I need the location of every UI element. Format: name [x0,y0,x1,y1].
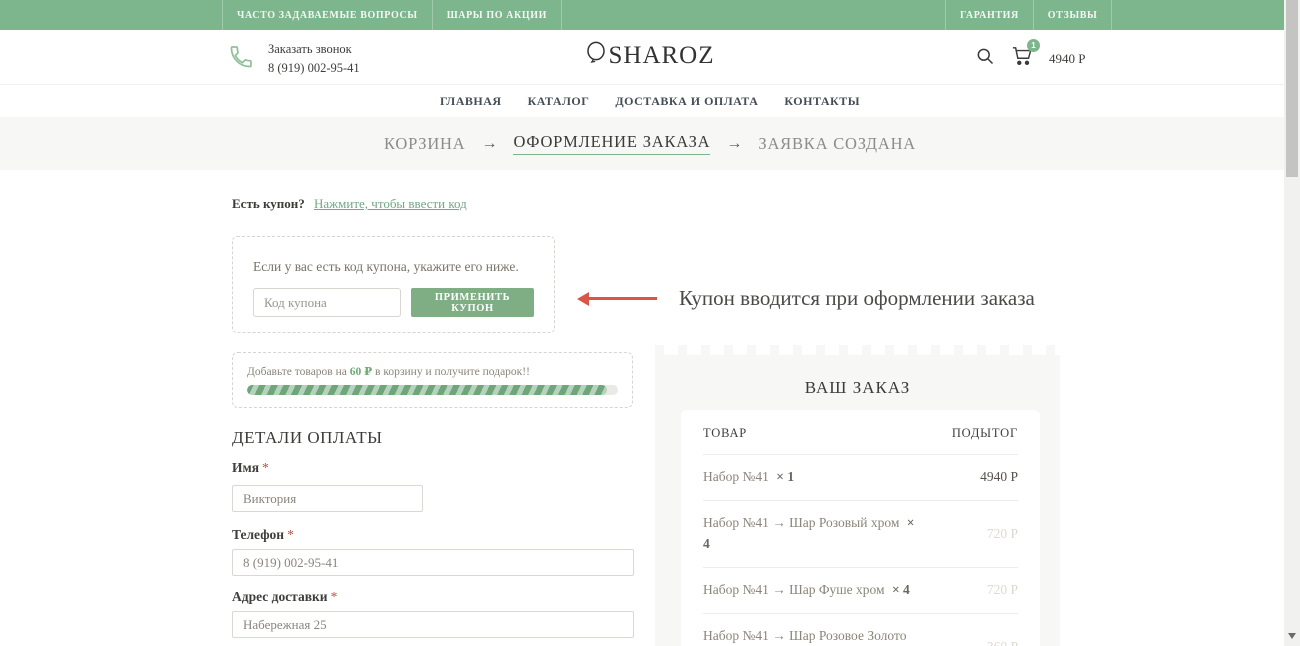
order-row: Набор №41 → Шар Розовое Золото хром × 2 … [703,613,1018,646]
scrollbar-thumb[interactable] [1286,0,1298,177]
apply-coupon-button[interactable]: ПРИМЕНИТЬ КУПОН [411,288,534,317]
topbar-left-links: ЧАСТО ЗАДАВАЕМЫЕ ВОПРОСЫ ШАРЫ ПО АКЦИИ [222,0,562,30]
address-field-label: Адрес доставки* [232,589,337,605]
order-row: Набор №41 × 1 4940 Р [703,454,1018,500]
step-arrow-icon: → [481,135,497,153]
order-item-price: 720 Р [987,526,1018,542]
name-field-label: Имя* [232,460,269,476]
order-item-price: 360 Р [987,639,1018,646]
checkout-steps: КОРЗИНА → ОФОРМЛЕНИЕ ЗАКАЗА → ЗАЯВКА СОЗ… [0,117,1300,170]
main-nav: ГЛАВНАЯ КАТАЛОГ ДОСТАВКА И ОПЛАТА КОНТАК… [0,86,1300,117]
coupon-form: Если у вас есть код купона, укажите его … [232,236,555,333]
progress-fill [247,385,607,395]
nav-item-catalog[interactable]: КАТАЛОГ [528,94,590,109]
item-label: Набор №41 → Шар Розовое Золото хром [703,628,906,646]
gift-progress-text: Добавьте товаров на 60 ₽ в корзину и пол… [247,364,618,378]
billing-title: ДЕТАЛИ ОПЛАТЫ [232,428,382,448]
header-actions: 1 4940 Р [975,46,1085,71]
coupon-code-input[interactable] [253,288,401,317]
step-cart[interactable]: КОРЗИНА [384,134,466,154]
item-label: Набор №41 → Шар Фуше хром [703,582,885,597]
header: Заказать звонок 8 (919) 002-95-41 SHAROZ [0,30,1300,85]
site-logo[interactable]: SHAROZ [0,41,1300,70]
vertical-scrollbar[interactable] [1284,0,1300,646]
order-row: Набор №41 → Шар Розовый хром × 4 720 Р [703,500,1018,567]
order-summary-title: ВАШ ЗАКАЗ [655,378,1060,398]
address-field[interactable] [232,611,634,638]
gift-progress-track [247,385,618,395]
phone-field[interactable] [232,549,634,576]
order-table-header: ТОВАР ПОДЫТОГ [703,410,1018,454]
item-label: Набор №41 [703,469,769,484]
order-item-name: Набор №41 × 1 [703,467,918,488]
nav-item-home[interactable]: ГЛАВНАЯ [440,94,502,109]
gift-text-after: в корзину и получите подарок!! [375,366,530,378]
gift-amount: 60 ₽ [350,366,372,378]
balloon-icon [585,41,608,70]
topbar-link-faq[interactable]: ЧАСТО ЗАДАВАЕМЫЕ ВОПРОСЫ [222,0,432,30]
annotation-arrow-icon [589,297,657,300]
item-qty: × 1 [776,469,794,484]
topbar-link-promo-balloons[interactable]: ШАРЫ ПО АКЦИИ [432,0,562,30]
order-row: Набор №41 → Шар Фуше хром × 4 720 Р [703,567,1018,613]
gift-text-before: Добавьте товаров на [247,366,347,378]
order-item-name: Набор №41 → Шар Розовый хром × 4 [703,513,918,555]
topbar-link-warranty[interactable]: ГАРАНТИЯ [945,0,1033,30]
gift-progress-box: Добавьте товаров на 60 ₽ в корзину и пол… [232,352,633,408]
address-label-text: Адрес доставки [232,589,328,604]
col-subtotal: ПОДЫТОГ [952,426,1018,441]
order-item-price: 720 Р [987,582,1018,598]
phone-field-label: Телефон* [232,527,294,543]
topbar-link-reviews[interactable]: ОТЗЫВЫ [1033,0,1113,30]
name-field[interactable] [232,485,423,512]
order-item-name: Набор №41 → Шар Розовое Золото хром × 2 [703,626,918,646]
nav-item-contacts[interactable]: КОНТАКТЫ [784,94,860,109]
item-qty: × 4 [892,582,910,597]
coupon-toggle-link[interactable]: Нажмите, чтобы ввести код [314,196,467,211]
order-table: ТОВАР ПОДЫТОГ Набор №41 × 1 4940 Р Набор… [681,410,1040,646]
topbar: ЧАСТО ЗАДАВАЕМЫЕ ВОПРОСЫ ШАРЫ ПО АКЦИИ Г… [0,0,1300,30]
receipt-teeth-edge [655,345,1060,355]
step-order-created: ЗАЯВКА СОЗДАНА [758,134,916,154]
order-item-price: 4940 Р [980,469,1018,485]
coupon-question-row: Есть купон? Нажмите, чтобы ввести код [232,196,467,212]
annotation-text: Купон вводится при оформлении заказа [679,286,1035,311]
required-mark: * [287,527,294,542]
step-checkout-current[interactable]: ОФОРМЛЕНИЕ ЗАКАЗА [513,132,710,155]
step-arrow-icon: → [726,135,742,153]
cart-count-badge: 1 [1027,39,1040,52]
required-mark: * [331,589,338,604]
order-item-name: Набор №41 → Шар Фуше хром × 4 [703,580,918,601]
nav-item-delivery[interactable]: ДОСТАВКА И ОПЛАТА [615,94,758,109]
logo-text: SHAROZ [608,42,714,69]
col-product: ТОВАР [703,426,747,441]
topbar-right-links: ГАРАНТИЯ ОТЗЫВЫ [945,0,1112,30]
coupon-hint: Если у вас есть код купона, укажите его … [253,259,534,275]
name-label-text: Имя [232,460,259,475]
coupon-question: Есть купон? [232,196,305,211]
scrollbar-down-arrow-icon[interactable] [1288,633,1296,643]
required-mark: * [262,460,269,475]
phone-label-text: Телефон [232,527,284,542]
cart-total[interactable]: 4940 Р [1049,51,1085,67]
search-icon[interactable] [975,46,995,71]
checkout-page: ЧАСТО ЗАДАВАЕМЫЕ ВОПРОСЫ ШАРЫ ПО АКЦИИ Г… [0,0,1300,646]
item-label: Набор №41 → Шар Розовый хром [703,515,899,530]
cart-button[interactable]: 1 [1011,46,1033,71]
